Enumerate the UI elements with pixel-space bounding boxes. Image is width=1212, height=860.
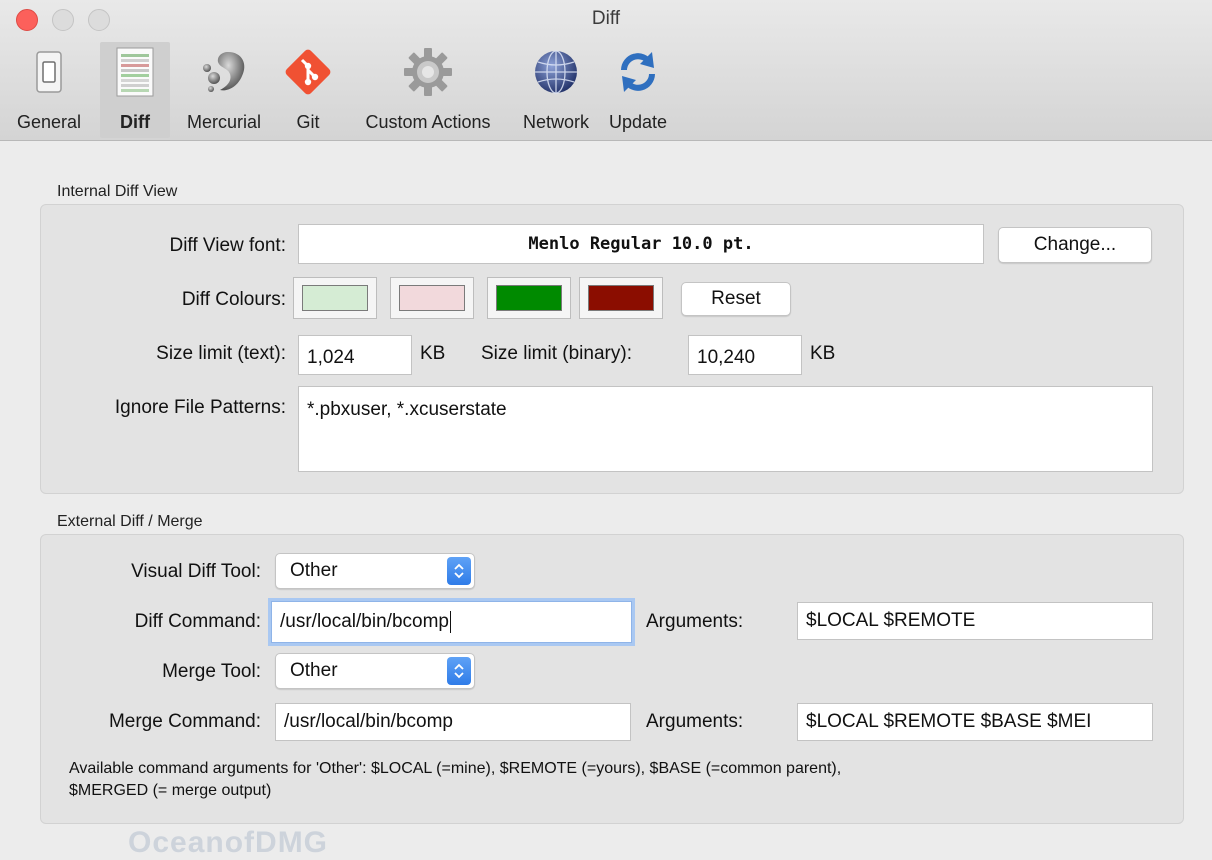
- diff-view-font-display: Menlo Regular 10.0 pt.: [298, 224, 984, 264]
- window-chrome: Diff General Diff Mercurial Git Custom A…: [0, 0, 1212, 141]
- globe-icon: [535, 50, 577, 94]
- chevron-up-down-icon: [447, 657, 471, 685]
- tab-network-label: Network: [522, 112, 589, 132]
- mercurial-icon: [203, 52, 245, 92]
- merge-arguments-input[interactable]: $LOCAL $REMOTE $BASE $MEI: [797, 703, 1153, 741]
- diff-command-input[interactable]: /usr/local/bin/bcomp: [271, 601, 632, 643]
- size-limit-binary-unit: KB: [810, 343, 836, 364]
- change-font-button[interactable]: Change...: [998, 227, 1152, 263]
- tab-mercurial[interactable]: Mercurial: [174, 42, 274, 138]
- ignore-patterns-label: Ignore File Patterns:: [114, 397, 286, 418]
- merge-command-input[interactable]: /usr/local/bin/bcomp: [275, 703, 631, 741]
- size-limit-text-unit: KB: [420, 343, 446, 364]
- added-colour-well[interactable]: [293, 277, 377, 319]
- tab-diff-label: Diff: [120, 112, 150, 132]
- tab-general[interactable]: General: [0, 42, 98, 138]
- visual-diff-tool-label: Visual Diff Tool:: [131, 561, 261, 582]
- visual-diff-tool-value: Other: [290, 560, 338, 581]
- tab-update-label: Update: [608, 112, 668, 132]
- merge-tool-value: Other: [290, 660, 338, 681]
- tab-custom-actions[interactable]: Custom Actions: [352, 42, 504, 138]
- merge-command-label: Merge Command:: [108, 711, 261, 732]
- removed-colour-chip: [399, 285, 465, 311]
- merge-tool-select[interactable]: Other: [275, 653, 475, 689]
- tab-git-label: Git: [296, 112, 320, 132]
- diff-arguments-label: Arguments:: [646, 611, 744, 632]
- help-line-1: Available command arguments for 'Other':…: [69, 760, 842, 777]
- visual-diff-tool-select[interactable]: Other: [275, 553, 475, 589]
- tab-mercurial-label: Mercurial: [186, 112, 261, 132]
- removed-highlight-colour-well[interactable]: [579, 277, 663, 319]
- tab-network[interactable]: Network: [514, 42, 598, 138]
- diff-view-font-label: Diff View font:: [169, 235, 286, 256]
- git-icon: [285, 49, 331, 95]
- ignore-patterns-input[interactable]: *.pbxuser, *.xcuserstate: [298, 386, 1153, 472]
- window-title: Diff: [591, 8, 621, 29]
- diff-arguments-input[interactable]: $LOCAL $REMOTE: [797, 602, 1153, 640]
- size-limit-binary-label: Size limit (binary):: [481, 343, 632, 364]
- diff-document-icon: [116, 47, 154, 97]
- help-line-2: $MERGED (= merge output): [69, 782, 272, 799]
- switch-icon: [36, 51, 62, 93]
- diff-command-label: Diff Command:: [134, 611, 261, 632]
- size-limit-text-label: Size limit (text):: [156, 343, 286, 364]
- tab-general-label: General: [16, 112, 82, 132]
- removed-colour-well[interactable]: [390, 277, 474, 319]
- external-diff-section-title: External Diff / Merge: [57, 513, 203, 530]
- reset-colours-button[interactable]: Reset: [681, 282, 791, 316]
- added-colour-chip: [302, 285, 368, 311]
- tab-custom-actions-label: Custom Actions: [365, 112, 491, 132]
- chevron-up-down-icon: [447, 557, 471, 585]
- diff-colours-label: Diff Colours:: [181, 289, 286, 310]
- merge-arguments-label: Arguments:: [646, 711, 744, 732]
- size-limit-text-input[interactable]: 1,024: [298, 335, 412, 375]
- merge-tool-label: Merge Tool:: [162, 661, 261, 682]
- tab-diff[interactable]: Diff: [100, 42, 170, 138]
- removed-highlight-colour-chip: [588, 285, 654, 311]
- tab-update[interactable]: Update: [598, 42, 678, 138]
- refresh-icon: [621, 52, 655, 92]
- watermark-text: OceanofDMG: [128, 826, 329, 859]
- text-caret: [449, 611, 451, 633]
- internal-diff-section-title: Internal Diff View: [57, 183, 178, 200]
- size-limit-binary-input[interactable]: 10,240: [688, 335, 802, 375]
- gear-icon: [404, 48, 452, 96]
- tab-git[interactable]: Git: [276, 42, 340, 138]
- diff-command-value: /usr/local/bin/bcomp: [280, 611, 449, 632]
- added-highlight-colour-chip: [496, 285, 562, 311]
- added-highlight-colour-well[interactable]: [487, 277, 571, 319]
- available-arguments-help-text: Available command arguments for 'Other':…: [69, 758, 841, 802]
